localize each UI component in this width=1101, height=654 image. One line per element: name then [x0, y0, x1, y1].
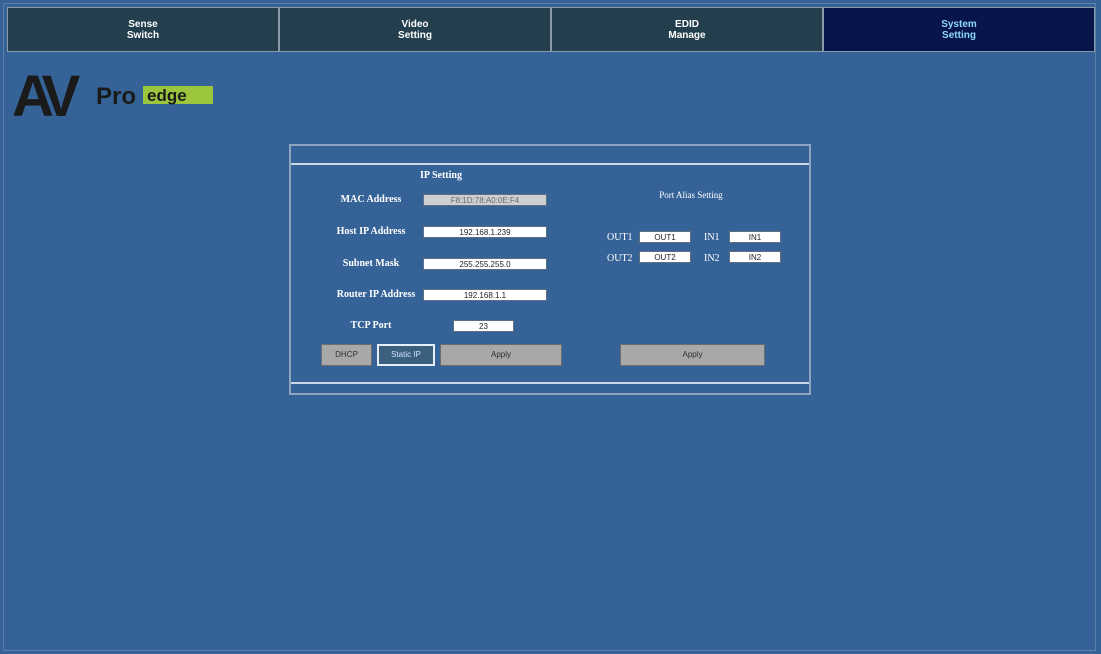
tcp-port-label: TCP Port [350, 320, 392, 331]
port-alias-title: Port Alias Setting [659, 190, 723, 200]
router-ip-field[interactable] [423, 289, 547, 301]
out2-alias-field[interactable] [639, 251, 691, 263]
tab-system-setting[interactable]: System Setting [823, 7, 1095, 52]
tab-label-line2: Setting [398, 29, 432, 41]
in2-label: IN2 [704, 253, 720, 264]
ip-setting-title: IP Setting [420, 170, 462, 181]
tab-sense-switch[interactable]: Sense Switch [7, 7, 279, 52]
port-alias-apply-button[interactable]: Apply [620, 344, 765, 366]
top-nav: Sense Switch Video Setting EDID Manage S… [7, 7, 1095, 52]
tab-label-line2: Switch [126, 29, 160, 41]
in1-alias-field[interactable] [729, 231, 781, 243]
static-ip-button[interactable]: Static IP [377, 344, 435, 366]
out1-label: OUT1 [607, 232, 633, 243]
avproedge-logo: AV Pro edge [12, 64, 213, 124]
panel-divider-bottom [291, 382, 809, 384]
ip-apply-button[interactable]: Apply [440, 344, 562, 366]
host-ip-label: Host IP Address [336, 226, 406, 237]
tab-label-line1: Video [401, 18, 429, 30]
subnet-mask-field[interactable] [423, 258, 547, 270]
dhcp-button[interactable]: DHCP [321, 344, 372, 366]
out1-alias-field[interactable] [639, 231, 691, 243]
host-ip-field[interactable] [423, 226, 547, 238]
mac-address-label: MAC Address [340, 194, 402, 205]
tab-label-line1: EDID [675, 18, 699, 30]
tab-label-line2: Setting [942, 29, 976, 41]
tab-edid-manage[interactable]: EDID Manage [551, 7, 823, 52]
logo-edge-text: edge [147, 86, 187, 105]
tab-label-line1: Sense [128, 18, 158, 30]
tab-label-line2: Manage [668, 29, 706, 41]
router-ip-label: Router IP Address [336, 289, 416, 300]
logo-pro-text: Pro [96, 83, 136, 110]
in2-alias-field[interactable] [729, 251, 781, 263]
panel-divider-top [291, 163, 809, 165]
in1-label: IN1 [704, 232, 720, 243]
tab-video-setting[interactable]: Video Setting [279, 7, 551, 52]
mac-address-field [423, 194, 547, 206]
settings-panel: IP Setting MAC Address Host IP Address S… [289, 144, 811, 395]
tcp-port-field[interactable] [453, 320, 514, 332]
tab-label-line1: System [941, 18, 977, 30]
out2-label: OUT2 [607, 253, 633, 264]
subnet-mask-label: Subnet Mask [342, 258, 400, 269]
logo-av-text: AV [12, 64, 81, 124]
